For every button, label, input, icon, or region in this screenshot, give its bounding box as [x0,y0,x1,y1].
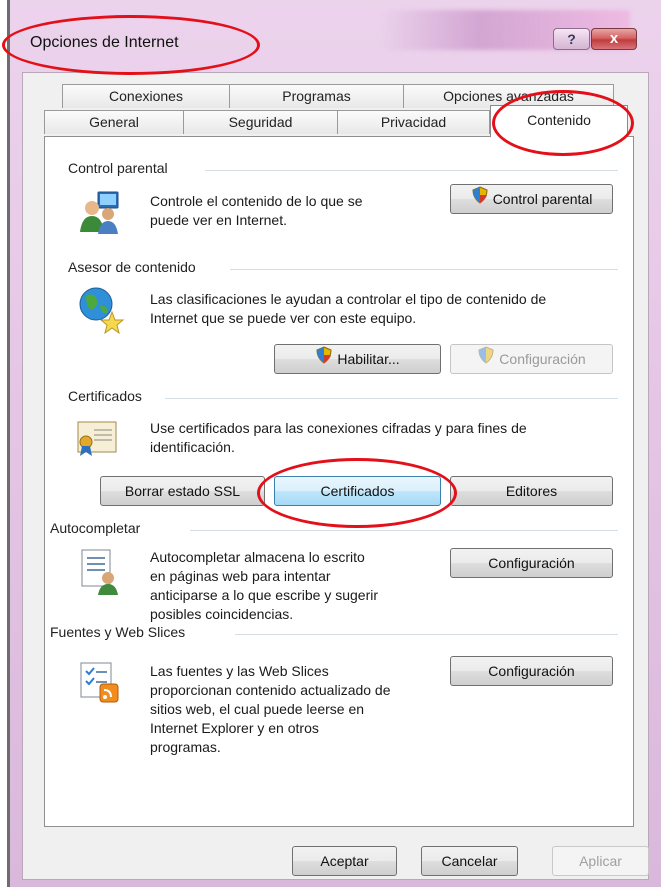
habilitar-button[interactable]: Habilitar... [274,344,441,374]
aceptar-button[interactable]: Aceptar [292,846,397,876]
tab-privacidad[interactable]: Privacidad [337,110,490,134]
fuentes-line-4: Internet Explorer y en otros [150,720,319,736]
feeds-icon [78,660,122,704]
autocompletar-line-3: anticiparse a lo que escribe y sugerir [150,587,379,603]
autocompletar-configuracion-button[interactable]: Configuración [450,548,613,578]
fuentes-line-2: proporcionan contenido actualizado de [150,682,391,698]
help-button[interactable]: ? [553,28,590,50]
group-divider [165,398,618,399]
aplicar-button[interactable]: Aplicar [552,846,649,876]
autocompletar-line-4: posibles coincidencias. [150,606,294,622]
close-button[interactable]: x [591,28,637,50]
autocompletar-line-1: Autocompletar almacena lo escrito [150,549,365,565]
group-header-asesor: Asesor de contenido [68,259,204,275]
borrar-ssl-button[interactable]: Borrar estado SSL [100,476,265,506]
editores-button[interactable]: Editores [450,476,613,506]
tab-general[interactable]: General [44,110,184,134]
autocomplete-icon [78,548,122,596]
autocompletar-line-2: en páginas web para intentar [150,568,331,584]
asesor-description-2: Internet que se puede ver con este equip… [150,310,417,326]
group-header-fuentes: Fuentes y Web Slices [50,624,194,640]
certificados-button[interactable]: Certificados [274,476,441,506]
asesor-description-1: Las clasificaciones le ayudan a controla… [150,291,547,307]
window-title: Opciones de Internet [30,34,179,51]
shield-icon [471,185,489,213]
control-parental-description-2: puede ver en Internet. [150,212,287,228]
group-divider [205,170,618,171]
group-header-autocompletar: Autocompletar [50,520,149,536]
control-parental-button-label: Control parental [492,190,593,207]
fuentes-line-1: Las fuentes y las Web Slices [150,663,329,679]
certificate-icon [76,418,120,458]
asesor-configuracion-label: Configuración [499,350,586,367]
fuentes-line-5: programas. [150,739,221,755]
asesor-configuracion-button[interactable]: Configuración [450,344,613,374]
globe-star-icon [76,284,126,335]
group-divider [235,634,618,635]
tab-conexiones[interactable]: Conexiones [62,84,230,108]
cancelar-button[interactable]: Cancelar [421,846,518,876]
habilitar-button-label: Habilitar... [337,350,400,367]
group-divider [190,530,618,531]
tab-programas[interactable]: Programas [229,84,404,108]
control-parental-button[interactable]: Control parental [450,184,613,214]
group-header-control-parental: Control parental [68,160,176,176]
parental-users-icon [76,188,124,236]
fuentes-configuracion-button[interactable]: Configuración [450,656,613,686]
certificados-description-1: Use certificados para las conexiones cif… [150,420,527,436]
certificados-description-2: identificación. [150,439,235,455]
fuentes-line-3: sitios web, el cual puede leerse en [150,701,365,717]
tab-contenido[interactable]: Contenido [490,105,628,137]
group-header-certificados: Certificados [68,388,150,404]
shield-icon [477,345,495,373]
shield-icon [315,345,333,373]
control-parental-description-1: Controle el contenido de lo que se [150,193,363,209]
group-divider [230,269,618,270]
tab-seguridad[interactable]: Seguridad [183,110,338,134]
